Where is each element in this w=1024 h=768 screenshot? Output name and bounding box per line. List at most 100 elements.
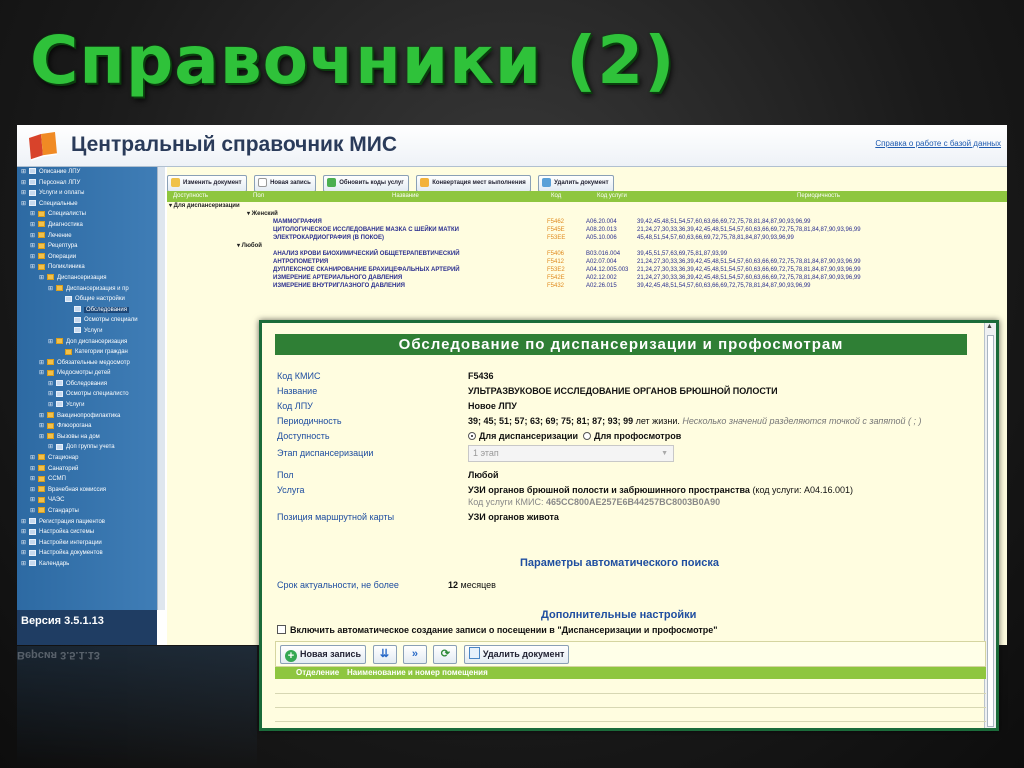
nav-item[interactable]: ⊞ Настройка документов (17, 548, 157, 559)
expand-toggle-icon[interactable]: ⊞ (21, 199, 27, 210)
table-row[interactable]: АНАЛИЗ КРОВИ БИОХИМИЧЕСКИЙ ОБЩЕТЕРАПЕВТИ… (167, 250, 1007, 258)
table-row[interactable]: АНТРОПОМЕТРИЯ F5412 A02.07.004 21,24,27,30,… (167, 258, 1007, 266)
nav-item[interactable]: ⊞ Календарь (17, 559, 157, 570)
nav-item[interactable]: ⊞ Доп группы учета (17, 442, 157, 453)
nav-item[interactable]: ⊞ Врачебная комиссия (17, 485, 157, 496)
new-record-button[interactable]: Новая запись (254, 175, 316, 192)
collapse-all-button[interactable]: ⇊ (372, 645, 397, 664)
expand-toggle-icon[interactable]: ⊞ (21, 527, 27, 538)
nav-item[interactable]: ⊞ Специалисты (17, 209, 157, 220)
nav-item[interactable]: ⊞ Диагностика (17, 220, 157, 231)
nav-item[interactable]: ⊞ Вакцинопрофилактика (17, 411, 157, 422)
expand-toggle-icon[interactable]: ⊞ (21, 188, 27, 199)
table-row[interactable]: ЦИТОЛОГИЧЕСКОЕ ИССЛЕДОВАНИЕ МАЗКА С ШЕЙК… (167, 226, 1007, 234)
auto-create-checkbox[interactable] (277, 625, 286, 634)
expand-toggle-icon[interactable]: ⊞ (21, 517, 27, 528)
col-sex[interactable]: Пол (253, 191, 264, 202)
expand-toggle-icon[interactable]: ⊞ (30, 241, 36, 252)
expand-all-button[interactable]: » (402, 645, 427, 664)
expand-toggle-icon[interactable]: ⊞ (48, 389, 54, 400)
table-row[interactable]: ЭЛЕКТРОКАРДИОГРАФИЯ (В ПОКОЕ) F53EE A05.10… (167, 234, 1007, 242)
expand-toggle-icon[interactable]: ⊞ (30, 506, 36, 517)
expand-toggle-icon[interactable]: ⊞ (48, 337, 54, 348)
nav-item[interactable]: ⊞ Диспансеризация (17, 273, 157, 284)
nav-item[interactable]: ⊞ Стандарты (17, 506, 157, 517)
nav-item[interactable]: ⊞ ЧАЭС (17, 495, 157, 506)
delete-document-button[interactable]: Удалить документ (538, 175, 614, 192)
expand-toggle-icon[interactable]: ⊞ (21, 167, 27, 178)
expand-toggle-icon[interactable]: ⊞ (21, 559, 27, 570)
nav-item[interactable]: Услуги (17, 326, 157, 337)
nav-item[interactable]: ⊞ Лечение (17, 231, 157, 242)
col-access[interactable]: Доступность (173, 191, 208, 202)
nav-item[interactable]: ⊞ Настройки интеграции (17, 538, 157, 549)
nav-item[interactable]: ⊞ Вызовы на дом (17, 432, 157, 443)
nav-item[interactable]: ⊞ Регистрация пациентов (17, 517, 157, 528)
nav-item[interactable]: ⊞ Услуги (17, 400, 157, 411)
modal-new-record-button[interactable]: + Новая запись (280, 645, 367, 664)
radio-dispensary[interactable] (468, 432, 476, 440)
col-code[interactable]: Код (551, 191, 561, 202)
nav-item[interactable]: ⊞ Операции (17, 252, 157, 263)
subgroup-row-label[interactable]: ▾ Женский (247, 210, 278, 218)
radio-prof-label[interactable]: Для профосмотров (594, 431, 681, 441)
expand-toggle-icon[interactable]: ⊞ (39, 358, 45, 369)
col-room[interactable]: Наименование и номер помещения (347, 667, 488, 679)
nav-item[interactable]: ⊞ ССМП (17, 474, 157, 485)
expand-toggle-icon[interactable]: ⊞ (30, 495, 36, 506)
nav-item[interactable]: ⊞ Доп диспансеризация (17, 337, 157, 348)
col-department[interactable]: Отделение (296, 667, 339, 679)
nav-item[interactable]: Осмотры специали (17, 315, 157, 326)
nav-item[interactable]: ⊞ Стационар (17, 453, 157, 464)
nav-item[interactable]: ⊞ Обследования (17, 379, 157, 390)
modal-delete-document-button[interactable]: Удалить документ (463, 645, 570, 664)
expand-toggle-icon[interactable]: ⊞ (30, 231, 36, 242)
refresh-codes-button[interactable]: Обновить коды услуг (323, 175, 409, 192)
expand-toggle-icon[interactable]: ⊞ (39, 421, 45, 432)
nav-item[interactable]: ⊞ Флюорогана (17, 421, 157, 432)
expand-toggle-icon[interactable]: ⊞ (21, 538, 27, 549)
expand-toggle-icon[interactable]: ⊞ (39, 411, 45, 422)
nav-item[interactable]: ⊞ Персонал ЛПУ (17, 178, 157, 189)
help-link[interactable]: Справка о работе с базой данных (875, 139, 1001, 148)
expand-toggle-icon[interactable]: ⊞ (30, 262, 36, 273)
radio-dispensary-label[interactable]: Для диспансеризации (479, 431, 578, 441)
expand-toggle-icon[interactable]: ⊞ (30, 220, 36, 231)
expand-toggle-icon[interactable]: ⊞ (30, 252, 36, 263)
nav-scrollbar[interactable] (157, 167, 165, 610)
expand-toggle-icon[interactable]: ⊞ (30, 485, 36, 496)
expand-toggle-icon[interactable]: ⊞ (48, 442, 54, 453)
expand-toggle-icon[interactable]: ⊞ (21, 178, 27, 189)
scroll-thumb[interactable] (987, 335, 994, 727)
expand-toggle-icon[interactable]: ⊞ (48, 400, 54, 411)
nav-item[interactable]: Обследования (17, 305, 157, 316)
nav-item[interactable]: ⊞ Специальные (17, 199, 157, 210)
radio-prof[interactable] (583, 432, 592, 440)
group-row-label[interactable]: ▾ Для диспансеризации (169, 202, 240, 210)
expand-toggle-icon[interactable]: ⊞ (30, 209, 36, 220)
subgroup-row-label[interactable]: ▾ Любой (237, 242, 262, 250)
table-row[interactable]: МАММОГРАФИЯ F5462 A06.20.004 39,42,45,48,51… (167, 218, 1007, 226)
nav-item[interactable]: ⊞ Медосмотры детей (17, 368, 157, 379)
expand-toggle-icon[interactable]: ⊞ (21, 548, 27, 559)
nav-item[interactable]: ⊞ Санаторий (17, 464, 157, 475)
nav-item[interactable]: Общие настройки (17, 294, 157, 305)
col-service-code[interactable]: Код услуги (597, 191, 627, 202)
nav-item[interactable]: Категории граждан (17, 347, 157, 358)
expand-toggle-icon[interactable]: ⊞ (48, 379, 54, 390)
table-row[interactable]: ДУПЛЕКСНОЕ СКАНИРОВАНИЕ БРАХИЦЕФАЛЬНЫХ А… (167, 266, 1007, 274)
col-name[interactable]: Название (392, 191, 419, 202)
expand-toggle-icon[interactable]: ⊞ (30, 464, 36, 475)
table-row[interactable]: ИЗМЕРЕНИЕ АРТЕРИАЛЬНОГО ДАВЛЕНИЯ F542E A02… (167, 274, 1007, 282)
scroll-up-icon[interactable]: ▲ (986, 323, 993, 330)
nav-item[interactable]: ⊞ Диспансеризация и пр (17, 284, 157, 295)
expand-toggle-icon[interactable]: ⊞ (30, 474, 36, 485)
expand-toggle-icon[interactable]: ⊞ (30, 453, 36, 464)
expand-toggle-icon[interactable]: ⊞ (39, 273, 45, 284)
nav-item[interactable]: ⊞ Рецептура (17, 241, 157, 252)
refresh-button[interactable]: ⟳ (433, 645, 458, 664)
expand-toggle-icon[interactable]: ⊞ (39, 432, 45, 443)
nav-item[interactable]: ⊞ Осмотры специалисто (17, 389, 157, 400)
edit-document-button[interactable]: Изменить документ (167, 175, 247, 192)
relevance-value[interactable]: 12 (448, 580, 458, 590)
